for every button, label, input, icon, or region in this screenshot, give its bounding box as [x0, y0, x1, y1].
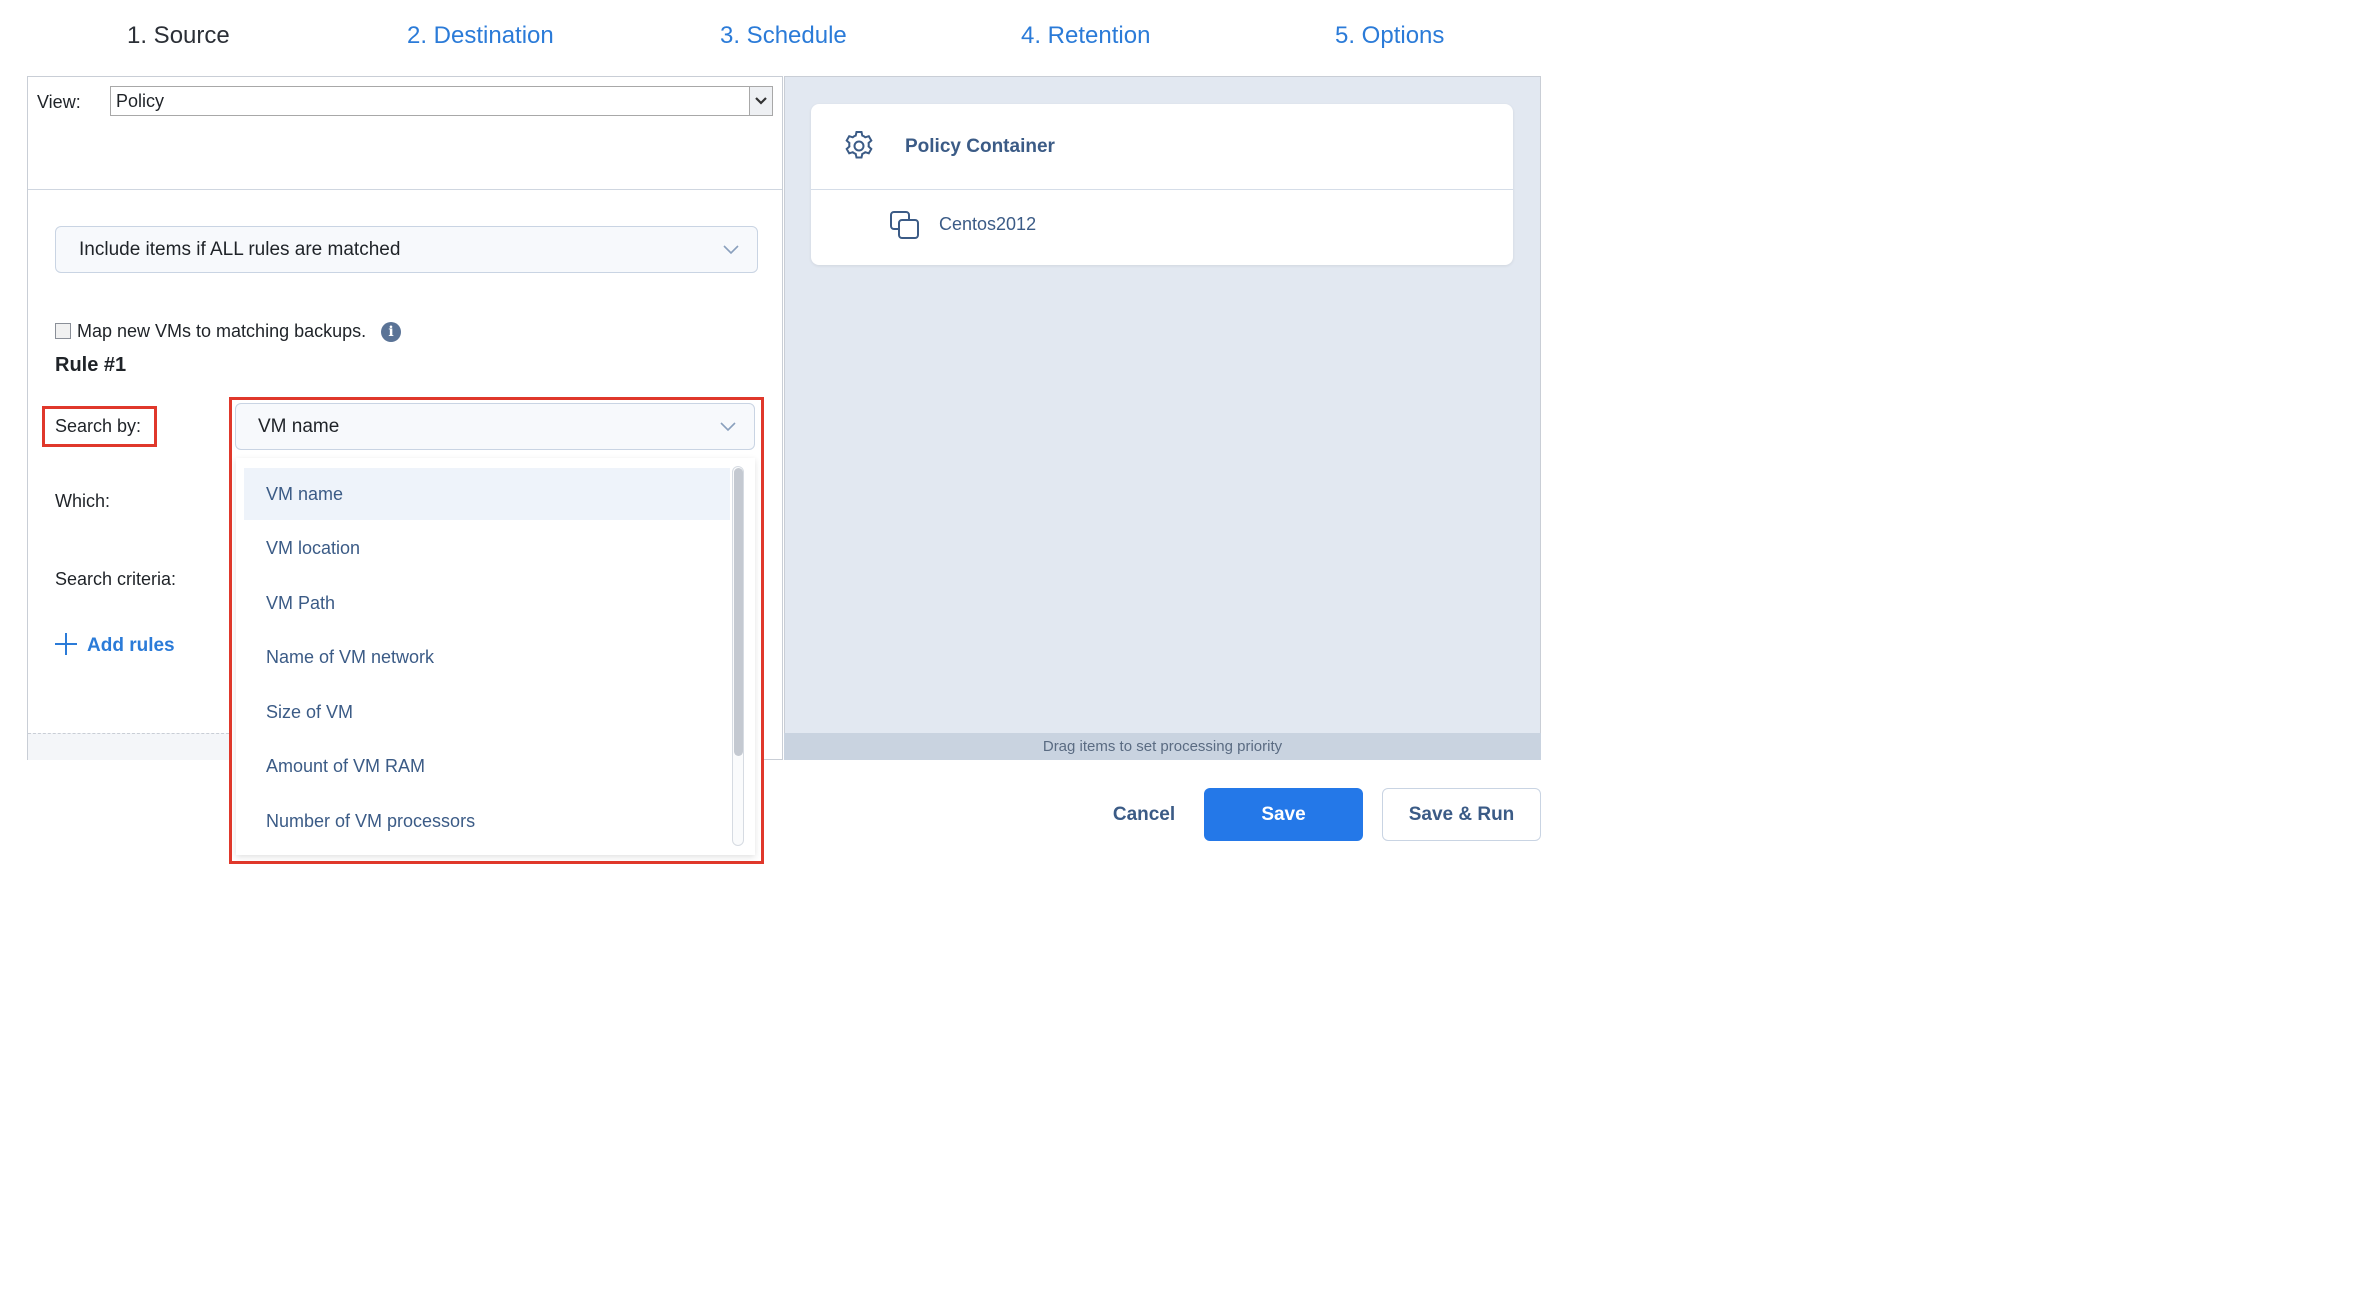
map-vms-label: Map new VMs to matching backups.: [77, 321, 367, 341]
chevron-down-icon: [723, 245, 739, 255]
which-label: Which:: [55, 491, 111, 511]
step-destination[interactable]: 2. Destination: [407, 22, 554, 50]
vm-icon: [890, 211, 919, 239]
step-schedule[interactable]: 3. Schedule: [720, 22, 847, 50]
option-vm-location[interactable]: VM location: [244, 522, 730, 574]
policy-container-card: Policy Container Centos2012: [811, 104, 1513, 265]
save-button[interactable]: Save: [1204, 788, 1363, 841]
policy-item[interactable]: Centos2012: [939, 214, 1036, 235]
option-vm-path[interactable]: VM Path: [244, 577, 730, 629]
search-by-select[interactable]: VM name: [235, 403, 755, 450]
search-by-label: Search by:: [55, 416, 142, 436]
panel-footer: [28, 733, 234, 760]
option-vm-size[interactable]: Size of VM: [244, 686, 730, 738]
rule-title: Rule #1: [55, 354, 127, 376]
scrollbar-thumb[interactable]: [734, 468, 743, 756]
step-source[interactable]: 1. Source: [127, 22, 230, 50]
save-and-run-button[interactable]: Save & Run: [1382, 788, 1541, 841]
search-by-value: VM name: [258, 416, 340, 437]
step-options[interactable]: 5. Options: [1335, 22, 1444, 50]
add-rules-label: Add rules: [87, 635, 175, 656]
option-vm-network[interactable]: Name of VM network: [244, 631, 730, 683]
view-label: View:: [37, 92, 81, 112]
step-retention[interactable]: 4. Retention: [1021, 22, 1150, 50]
option-vm-name[interactable]: VM name: [244, 468, 730, 520]
rule-mode-select[interactable]: Include items if ALL rules are matched: [55, 226, 758, 273]
add-rules-button[interactable]: Add rules: [55, 633, 175, 657]
chevron-down-icon[interactable]: [749, 87, 772, 115]
search-criteria-label: Search criteria:: [55, 569, 177, 589]
gear-icon: [845, 131, 873, 159]
drag-hint: Drag items to set processing priority: [784, 733, 1541, 760]
plus-icon: [55, 633, 77, 655]
divider: [28, 189, 782, 190]
policy-container-title: Policy Container: [905, 136, 1055, 157]
info-icon[interactable]: i: [381, 322, 401, 342]
rule-mode-value: Include items if ALL rules are matched: [79, 239, 401, 260]
wizard-steps: 1. Source 2. Destination 3. Schedule 4. …: [0, 0, 1568, 76]
map-vms-checkbox[interactable]: [55, 323, 71, 339]
chevron-down-icon: [720, 422, 736, 432]
search-by-options: VM name VM location VM Path Name of VM n…: [236, 458, 755, 855]
option-vm-ram[interactable]: Amount of VM RAM: [244, 740, 730, 792]
cancel-button[interactable]: Cancel: [1094, 790, 1194, 840]
view-select-value: Policy: [116, 91, 165, 111]
view-select[interactable]: Policy: [110, 86, 773, 116]
option-vm-processors[interactable]: Number of VM processors: [244, 795, 730, 847]
divider: [811, 189, 1513, 190]
